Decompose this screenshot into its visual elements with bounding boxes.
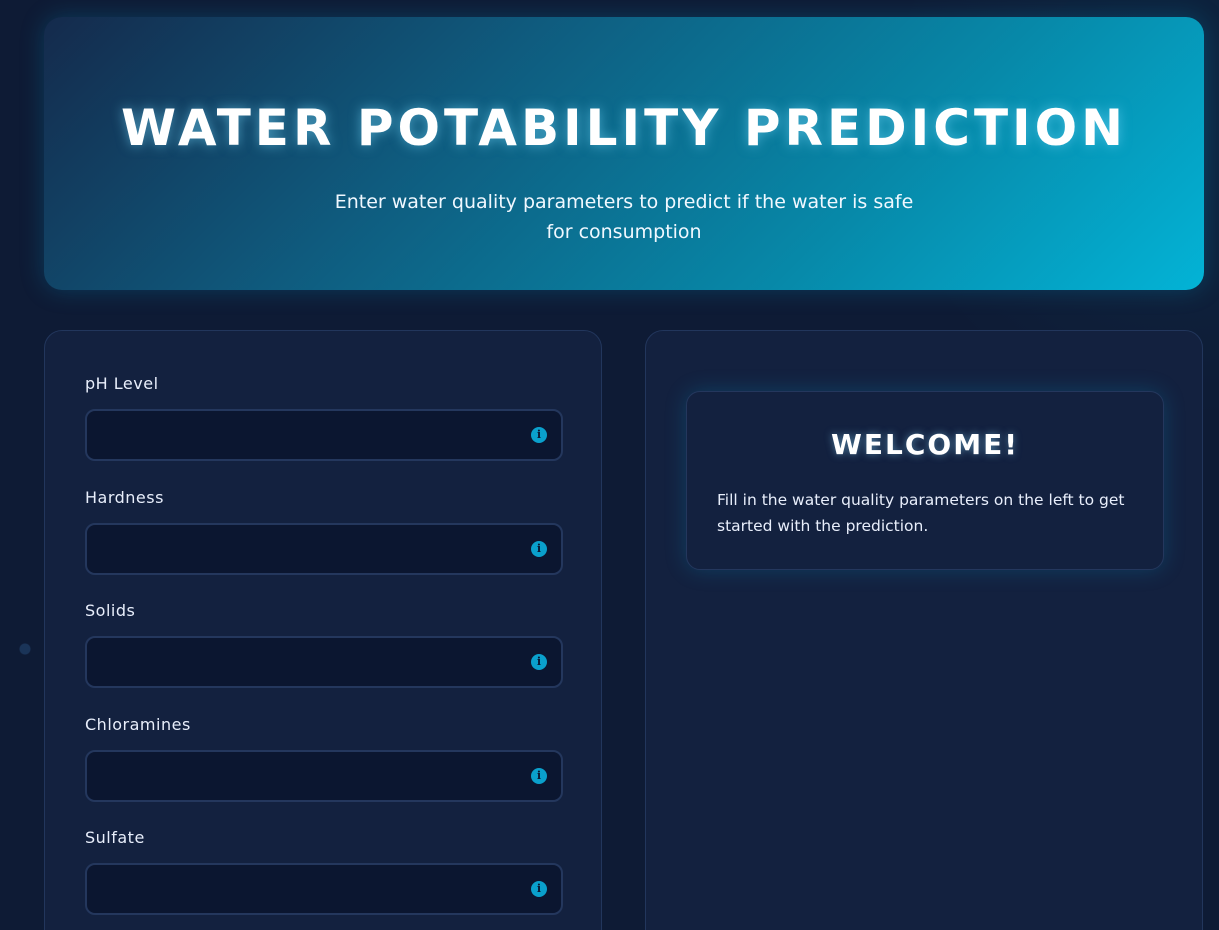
field-ph-level: pH Level i xyxy=(85,374,563,461)
header-banner: WATER POTABILITY PREDICTION Enter water … xyxy=(44,17,1204,290)
solids-label: Solids xyxy=(85,601,136,620)
hardness-input-box: i xyxy=(85,523,563,575)
page: WATER POTABILITY PREDICTION Enter water … xyxy=(0,0,1219,930)
field-sulfate: Sulfate i xyxy=(85,828,563,915)
ph-level-label: pH Level xyxy=(85,374,159,393)
info-icon[interactable]: i xyxy=(531,427,547,443)
ph-level-input[interactable] xyxy=(99,411,523,461)
chloramines-input-box: i xyxy=(85,750,563,802)
field-chloramines: Chloramines i xyxy=(85,715,563,802)
hardness-input[interactable] xyxy=(99,525,523,575)
info-icon[interactable]: i xyxy=(531,881,547,897)
field-solids: Solids i xyxy=(85,601,563,688)
result-panel: WELCOME! Fill in the water quality param… xyxy=(645,330,1203,930)
solids-input-box: i xyxy=(85,636,563,688)
chloramines-input[interactable] xyxy=(99,752,523,802)
info-icon[interactable]: i xyxy=(531,654,547,670)
page-title: WATER POTABILITY PREDICTION xyxy=(120,99,1128,157)
info-icon[interactable]: i xyxy=(531,541,547,557)
input-form-panel: pH Level i Hardness i Solids i Chloramin… xyxy=(44,330,602,930)
info-icon[interactable]: i xyxy=(531,768,547,784)
page-subtitle: Enter water quality parameters to predic… xyxy=(334,191,914,243)
sulfate-input-box: i xyxy=(85,863,563,915)
sulfate-label: Sulfate xyxy=(85,828,145,847)
hardness-label: Hardness xyxy=(85,488,164,507)
welcome-title: WELCOME! xyxy=(831,428,1019,461)
chloramines-label: Chloramines xyxy=(85,715,191,734)
solids-input[interactable] xyxy=(99,638,523,688)
ph-level-input-box: i xyxy=(85,409,563,461)
welcome-text: Fill in the water quality parameters on … xyxy=(717,491,1125,535)
field-hardness: Hardness i xyxy=(85,488,563,575)
welcome-card: WELCOME! Fill in the water quality param… xyxy=(686,391,1164,570)
sulfate-input[interactable] xyxy=(99,865,523,915)
